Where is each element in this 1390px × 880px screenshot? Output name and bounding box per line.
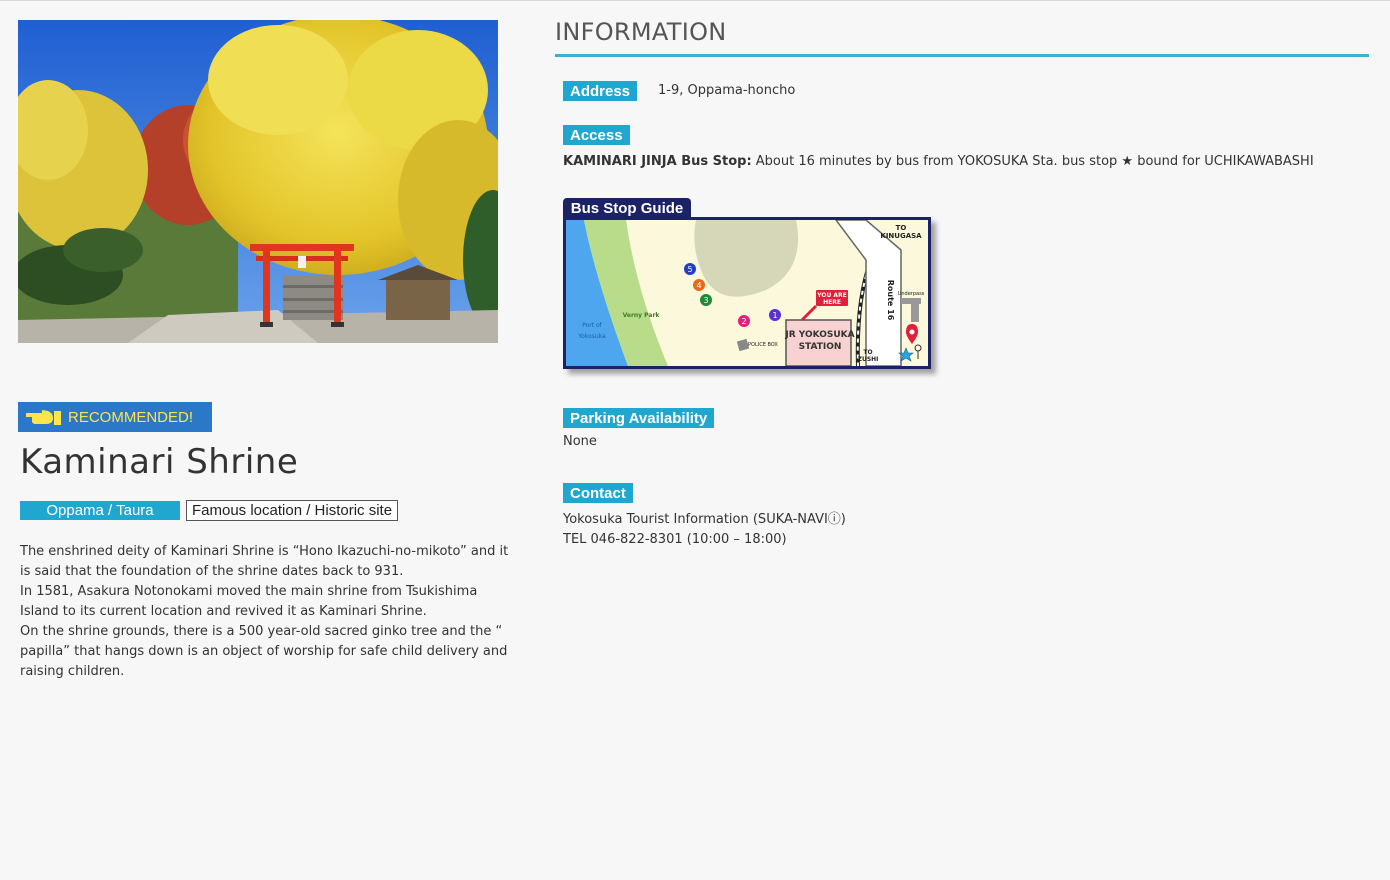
map-label-you-are-here: YOU ARE	[816, 292, 847, 299]
map-label-to-kinugasa: TO	[896, 224, 907, 232]
access-label: Access	[563, 125, 630, 145]
address-value: 1-9, Oppama-honcho	[658, 83, 796, 98]
map-label-verny-park: Verny Park	[623, 312, 661, 319]
contact-phone[interactable]: TEL 046-822-8301 (10:00 – 18:00)	[563, 530, 846, 550]
description-paragraph: On the shrine grounds, there is a 500 ye…	[20, 624, 508, 679]
bus-stop-number: 2	[741, 317, 746, 326]
bus-stop-map[interactable]: TO KINUGASA Route 16 Underpass YOU ARE H…	[563, 217, 931, 369]
bus-stop-map-illustration: TO KINUGASA Route 16 Underpass YOU ARE H…	[566, 220, 928, 366]
bus-stop-number: 3	[703, 296, 708, 305]
map-label-to-zushi: ZUSHI	[858, 356, 879, 363]
bus-stop-number: 5	[687, 265, 692, 274]
map-label-station: JR YOKOSUKA	[784, 330, 854, 340]
map-label-route: Route 16	[886, 280, 895, 321]
shrine-photo-illustration	[18, 20, 498, 343]
parking-value: None	[563, 434, 597, 449]
recommended-label: RECOMMENDED!	[68, 408, 194, 426]
information-heading: INFORMATION	[555, 18, 727, 46]
information-divider	[555, 54, 1369, 57]
map-label-port: Yokosuka	[577, 333, 606, 340]
access-value: KAMINARI JINJA Bus Stop: About 16 minute…	[563, 154, 1314, 169]
map-label-to-zushi: TO	[863, 349, 872, 356]
top-divider	[0, 0, 1390, 1]
map-label-port: Port of	[582, 322, 602, 329]
map-label-station: STATION	[799, 342, 842, 352]
map-label-police-box: POLICE BOX	[748, 342, 778, 348]
access-bus-stop: KAMINARI JINJA Bus Stop:	[563, 154, 752, 169]
contact-name: Yokosuka Tourist Information (SUKA-NAVIⓘ…	[563, 512, 846, 527]
bus-stop-guide-label: Bus Stop Guide	[563, 198, 691, 219]
parking-label: Parking Availability	[563, 408, 715, 428]
shrine-description: The enshrined deity of Kaminari Shrine i…	[20, 542, 510, 682]
contact-details: Yokosuka Tourist Information (SUKA-NAVIⓘ…	[563, 510, 846, 550]
bus-stop-number: 1	[772, 311, 777, 320]
description-paragraph: The enshrined deity of Kaminari Shrine i…	[20, 544, 509, 579]
page-title: Kaminari Shrine	[20, 442, 299, 482]
contact-label: Contact	[563, 483, 633, 503]
access-detail: About 16 minutes by bus from YOKOSUKA St…	[755, 154, 1314, 169]
recommended-badge: RECOMMENDED!	[18, 402, 212, 432]
map-label-you-are-here: HERE	[823, 299, 841, 306]
bus-stop-number: 4	[696, 281, 701, 290]
pointing-hand-icon	[26, 410, 61, 425]
address-label: Address	[563, 81, 638, 101]
map-label-underpass: Underpass	[898, 291, 925, 297]
shrine-photo	[18, 20, 498, 343]
description-paragraph: In 1581, Asakura Notonokami moved the ma…	[20, 584, 478, 619]
category-tag[interactable]: Famous location / Historic site	[186, 500, 399, 521]
area-tag[interactable]: Oppama / Taura	[20, 501, 180, 520]
map-label-to-kinugasa: KINUGASA	[880, 232, 922, 240]
